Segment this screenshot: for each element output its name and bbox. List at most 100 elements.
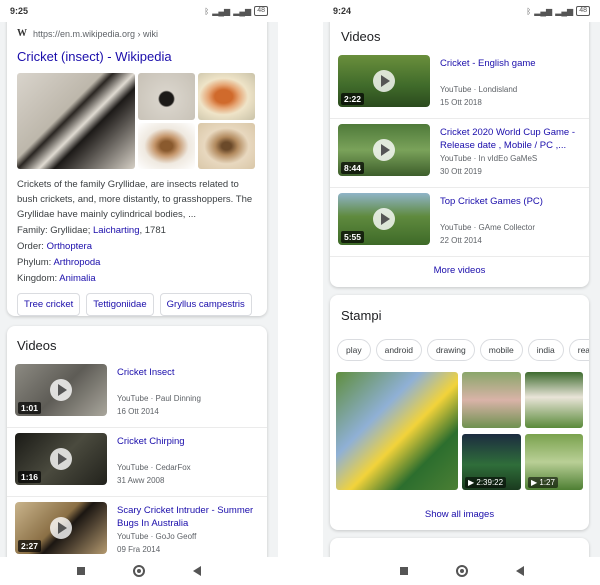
video-duration: 8:44 [341, 162, 365, 174]
left-phone-screen: 9:25 ᛒ ▂▄▆ ▂▄▆ 48 W https://en.m.wikiped… [0, 0, 278, 585]
video-item[interactable]: 1:16 Cricket Chirping YouTube · CedarFox… [7, 428, 267, 497]
back-icon[interactable] [515, 566, 524, 576]
cricket-image[interactable]: ▶ 2:39:22 [462, 434, 521, 490]
wikipedia-card: W https://en.m.wikipedia.org › wiki Cric… [7, 6, 267, 316]
tag-drawing[interactable]: drawing [426, 339, 475, 361]
home-icon[interactable] [133, 565, 145, 577]
tag-real[interactable]: real [568, 339, 589, 361]
fact-phylum: Phylum: Arthropoda [17, 257, 101, 268]
show-all-images-link[interactable]: Show all images [330, 509, 589, 520]
video-duration: 1:01 [18, 402, 42, 414]
video-source: YouTube · CedarFox [117, 463, 191, 472]
play-icon [50, 517, 72, 539]
back-icon[interactable] [193, 566, 201, 576]
section-title: Stampi [341, 308, 382, 323]
image-video-duration: ▶ 1:27 [528, 477, 558, 488]
bluetooth-icon: ᛒ [526, 6, 532, 16]
video-title[interactable]: Cricket Insect [117, 366, 259, 379]
video-thumbnail[interactable]: 1:16 [15, 433, 107, 485]
signal-icon: ▂▄▆ [212, 6, 231, 16]
play-icon [373, 70, 395, 92]
video-title[interactable]: Cricket 2020 World Cup Game - Release da… [440, 126, 581, 152]
video-item[interactable]: 2:22 Cricket - English game YouTube · Lo… [330, 50, 589, 119]
status-time: 9:25 [10, 6, 29, 16]
image-collage [17, 73, 255, 169]
fact-family: Family: Gryllidae; Laicharting, 1781 [17, 225, 166, 236]
result-description: Crickets of the family Gryllidae, are in… [17, 179, 253, 220]
image-tag-chips: play android drawing mobile india real [337, 339, 589, 361]
home-icon[interactable] [455, 565, 468, 577]
video-thumbnail[interactable]: 2:27 [15, 502, 107, 554]
more-videos-link[interactable]: More videos [330, 265, 589, 276]
cricket-insect-image[interactable] [138, 73, 195, 120]
video-duration: 2:22 [341, 93, 365, 105]
recent-apps-icon[interactable] [77, 567, 85, 575]
video-thumbnail[interactable]: 5:55 [338, 193, 430, 245]
video-thumbnail[interactable]: 8:44 [338, 124, 430, 176]
videos-card: Videos 1:01 Cricket Insect YouTube · Pau… [7, 326, 267, 566]
video-item[interactable]: 8:44 Cricket 2020 World Cup Game - Relea… [330, 119, 589, 188]
video-date: 09 Fra 2014 [117, 545, 161, 554]
wikipedia-logo-icon: W [17, 28, 27, 39]
video-thumbnail[interactable]: 2:22 [338, 55, 430, 107]
android-nav-bar [0, 557, 278, 585]
cricket-image[interactable]: ▶ 1:27 [525, 434, 583, 490]
battery-icon: 48 [576, 6, 590, 16]
play-icon [50, 379, 72, 401]
video-source: YouTube · GAme Collector [440, 223, 536, 232]
cricket-image[interactable] [525, 372, 583, 428]
tag-india[interactable]: india [527, 339, 564, 361]
video-item[interactable]: 2:27 Scary Cricket Intruder - Summer Bug… [7, 497, 267, 566]
status-bar: 9:24 ᛒ ▂▄▆ ▂▄▆ 48 [323, 0, 600, 22]
fact-kingdom: Kingdom: Animalia [17, 273, 96, 284]
signal-icon: ▂▄▆ [233, 6, 252, 16]
status-bar: 9:25 ᛒ ▂▄▆ ▂▄▆ 48 [0, 0, 278, 22]
play-icon [50, 448, 72, 470]
fact-order: Order: Orthoptera [17, 241, 92, 252]
video-date: 30 Ott 2019 [440, 167, 482, 176]
cricket-insect-image[interactable] [198, 123, 255, 169]
video-thumbnail[interactable]: 1:01 [15, 364, 107, 416]
tag-mobile[interactable]: mobile [479, 339, 523, 361]
play-icon [373, 139, 395, 161]
cricket-image[interactable] [462, 372, 521, 428]
play-icon [373, 208, 395, 230]
result-source: W https://en.m.wikipedia.org › wiki [17, 28, 158, 39]
video-title[interactable]: Cricket - English game [440, 57, 581, 70]
result-url[interactable]: https://en.m.wikipedia.org › wiki [33, 29, 158, 39]
right-phone-screen: 9:24 ᛒ ▂▄▆ ▂▄▆ 48 Videos 2:22 Cricket - … [323, 0, 600, 585]
fact-list: Family: Gryllidae; Laicharting, 1781 Ord… [17, 223, 166, 287]
signal-icon: ▂▄▆ [534, 6, 553, 16]
result-title-link[interactable]: Cricket (insect) - Wikipedia [17, 49, 172, 64]
images-card: Stampi play android drawing mobile india… [330, 295, 589, 530]
video-source: YouTube · Londisland [440, 85, 518, 94]
cricket-insect-image[interactable] [138, 123, 195, 169]
videos-card: Videos 2:22 Cricket - English game YouTu… [330, 14, 589, 287]
chip-tettigoniidae[interactable]: Tettigoniidae [86, 293, 154, 316]
section-title: Videos [341, 29, 381, 44]
chip-gryllus-campestris[interactable]: Gryllus campestris [159, 293, 252, 316]
video-date: 16 Ott 2014 [117, 407, 159, 416]
video-duration: 1:16 [18, 471, 42, 483]
image-video-duration: ▶ 2:39:22 [465, 477, 507, 488]
video-date: 31 Aww 2008 [117, 476, 165, 485]
cricket-insect-image[interactable] [17, 73, 135, 169]
video-date: 15 Ott 2018 [440, 98, 482, 107]
video-title[interactable]: Scary Cricket Intruder - Summer Bugs In … [117, 504, 259, 530]
battery-icon: 48 [254, 6, 268, 16]
chip-tree-cricket[interactable]: Tree cricket [17, 293, 81, 316]
bluetooth-icon: ᛒ [204, 6, 210, 16]
video-title[interactable]: Cricket Chirping [117, 435, 259, 448]
section-title: Videos [17, 338, 57, 353]
video-title[interactable]: Top Cricket Games (PC) [440, 195, 581, 208]
video-source: YouTube · In vIdEo GaMeS [440, 154, 538, 163]
recent-apps-icon[interactable] [399, 567, 408, 575]
video-item[interactable]: 1:01 Cricket Insect YouTube · Paul Dinni… [7, 359, 267, 428]
tag-play[interactable]: play [337, 339, 371, 361]
video-item[interactable]: 5:55 Top Cricket Games (PC) YouTube · GA… [330, 188, 589, 257]
signal-icon: ▂▄▆ [555, 6, 574, 16]
status-time: 9:24 [333, 6, 352, 16]
cricket-insect-image[interactable] [198, 73, 255, 120]
cricket-image[interactable] [336, 372, 458, 490]
tag-android[interactable]: android [375, 339, 422, 361]
